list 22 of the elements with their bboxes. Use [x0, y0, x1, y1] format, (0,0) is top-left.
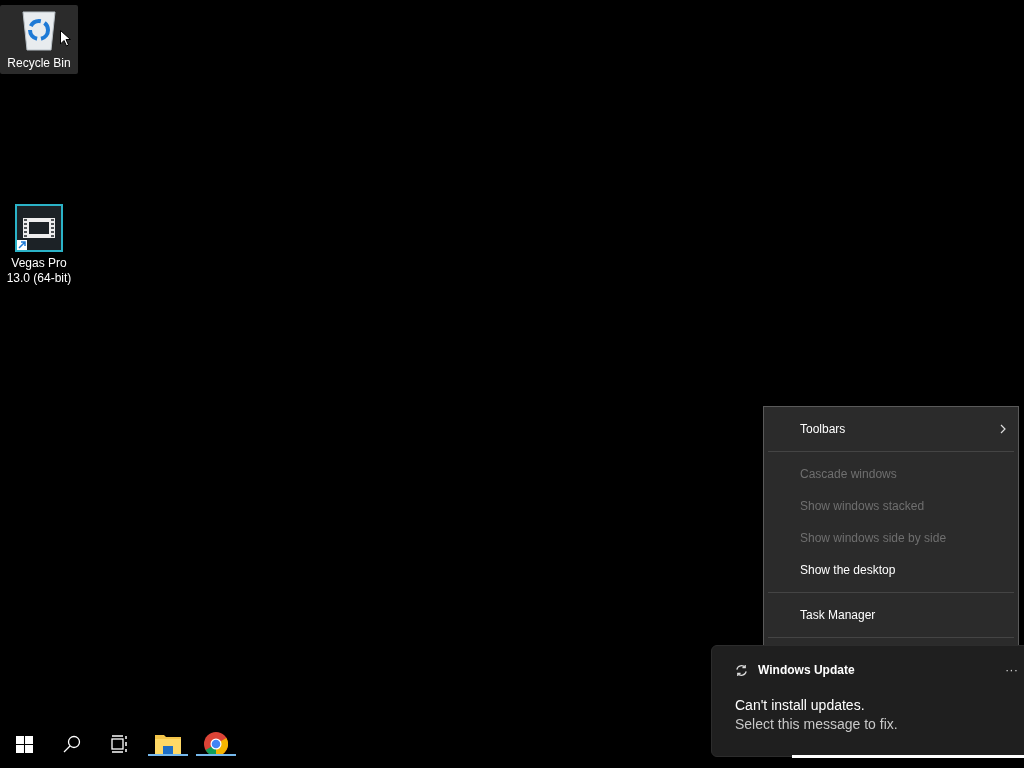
notification-message: Select this message to fix. — [735, 715, 899, 734]
browser-icon — [204, 732, 228, 756]
app-name: Windows Update — [758, 662, 855, 679]
desktop-shortcut[interactable]: Recycle Bin — [0, 5, 78, 74]
notification-title: Can't install updates. — [735, 696, 866, 715]
task-view-icon — [111, 735, 129, 753]
sync-icon — [735, 663, 748, 677]
film-strip-icon — [15, 204, 63, 252]
menu-item[interactable]: Toolbars — [764, 413, 1018, 445]
shortcut-label: Vegas Pro 13.0 (64-bit) — [5, 256, 73, 286]
menu-item[interactable]: Task Manager — [764, 599, 1018, 631]
mouse-pointer-icon — [60, 30, 71, 47]
more-options-button[interactable]: ··· — [1005, 660, 1018, 680]
folder-icon — [155, 733, 181, 755]
desktop-shortcut[interactable]: Vegas Pro 13.0 (64-bit) — [0, 201, 78, 289]
chevron-right-icon — [1000, 424, 1006, 434]
search-icon — [63, 735, 81, 753]
windows-logo-icon — [15, 735, 33, 753]
recycle-bin-icon — [19, 8, 59, 52]
menu-item[interactable]: Show the desktop — [764, 554, 1018, 586]
notification-toast[interactable]: Windows Update ··· Can't install updates. Select this message to fix. — [711, 645, 1024, 757]
shortcut-label: Recycle Bin — [6, 56, 72, 71]
